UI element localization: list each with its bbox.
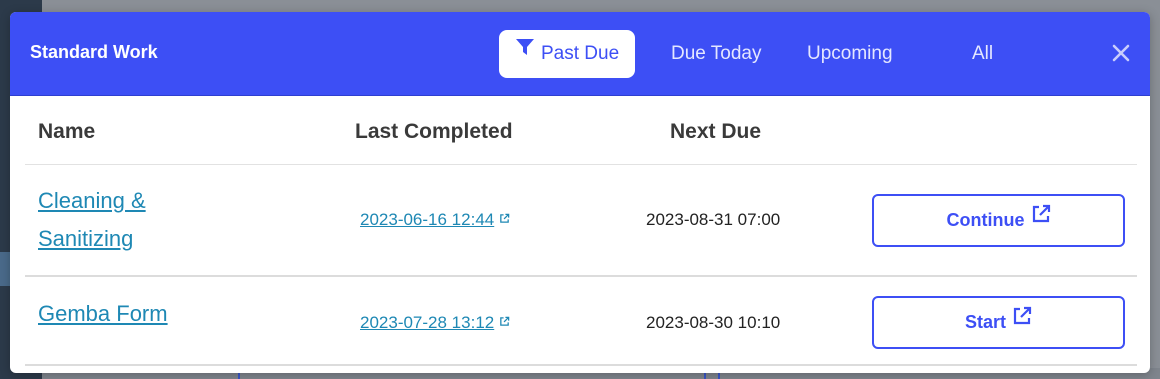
header-divider [25, 164, 1137, 165]
start-button[interactable]: Start [872, 296, 1125, 349]
last-completed-link[interactable]: 2023-07-28 13:12 [360, 313, 510, 334]
tab-label: All [972, 43, 994, 64]
row-divider [25, 364, 1137, 366]
external-link-icon [1012, 296, 1032, 345]
row-divider [25, 275, 1137, 277]
external-link-icon [499, 312, 510, 332]
task-name-link[interactable]: Gemba Form [38, 295, 338, 333]
tab-label: Due Today [671, 43, 762, 64]
start-button-label: Start [964, 312, 1006, 332]
external-link-icon [1031, 194, 1051, 243]
last-completed-value: 2023-07-28 13:12 [360, 313, 495, 332]
tab-label: Upcoming [807, 43, 893, 64]
next-due-value: 2023-08-30 10:10 [646, 313, 781, 332]
column-header-last-completed: Last Completed [355, 120, 513, 143]
continue-button[interactable]: Continue [872, 194, 1125, 247]
next-due-value: 2023-08-31 07:00 [646, 210, 781, 229]
tab-upcoming[interactable]: Upcoming [807, 30, 893, 78]
tab-all[interactable]: All [972, 30, 993, 78]
continue-button-label: Continue [946, 210, 1025, 230]
tab-past-due[interactable]: Past Due [499, 28, 636, 78]
task-name-link[interactable]: Cleaning & Sanitizing [38, 182, 198, 258]
modal-header: Standard Work Past Due Due Today Upcomin… [10, 12, 1150, 96]
column-header-name: Name [38, 120, 96, 143]
last-completed-value: 2023-06-16 12:44 [360, 210, 495, 229]
column-header-next-due: Next Due [670, 120, 762, 143]
tab-due-today[interactable]: Due Today [671, 30, 762, 78]
standard-work-modal: Standard Work Past Due Due Today Upcomin… [10, 12, 1150, 373]
filter-icon [515, 28, 535, 76]
close-icon[interactable] [1110, 42, 1132, 64]
tab-label: Past Due [541, 43, 620, 65]
last-completed-link[interactable]: 2023-06-16 12:44 [360, 210, 510, 231]
modal-title: Standard Work [30, 42, 158, 62]
external-link-icon [499, 209, 510, 229]
